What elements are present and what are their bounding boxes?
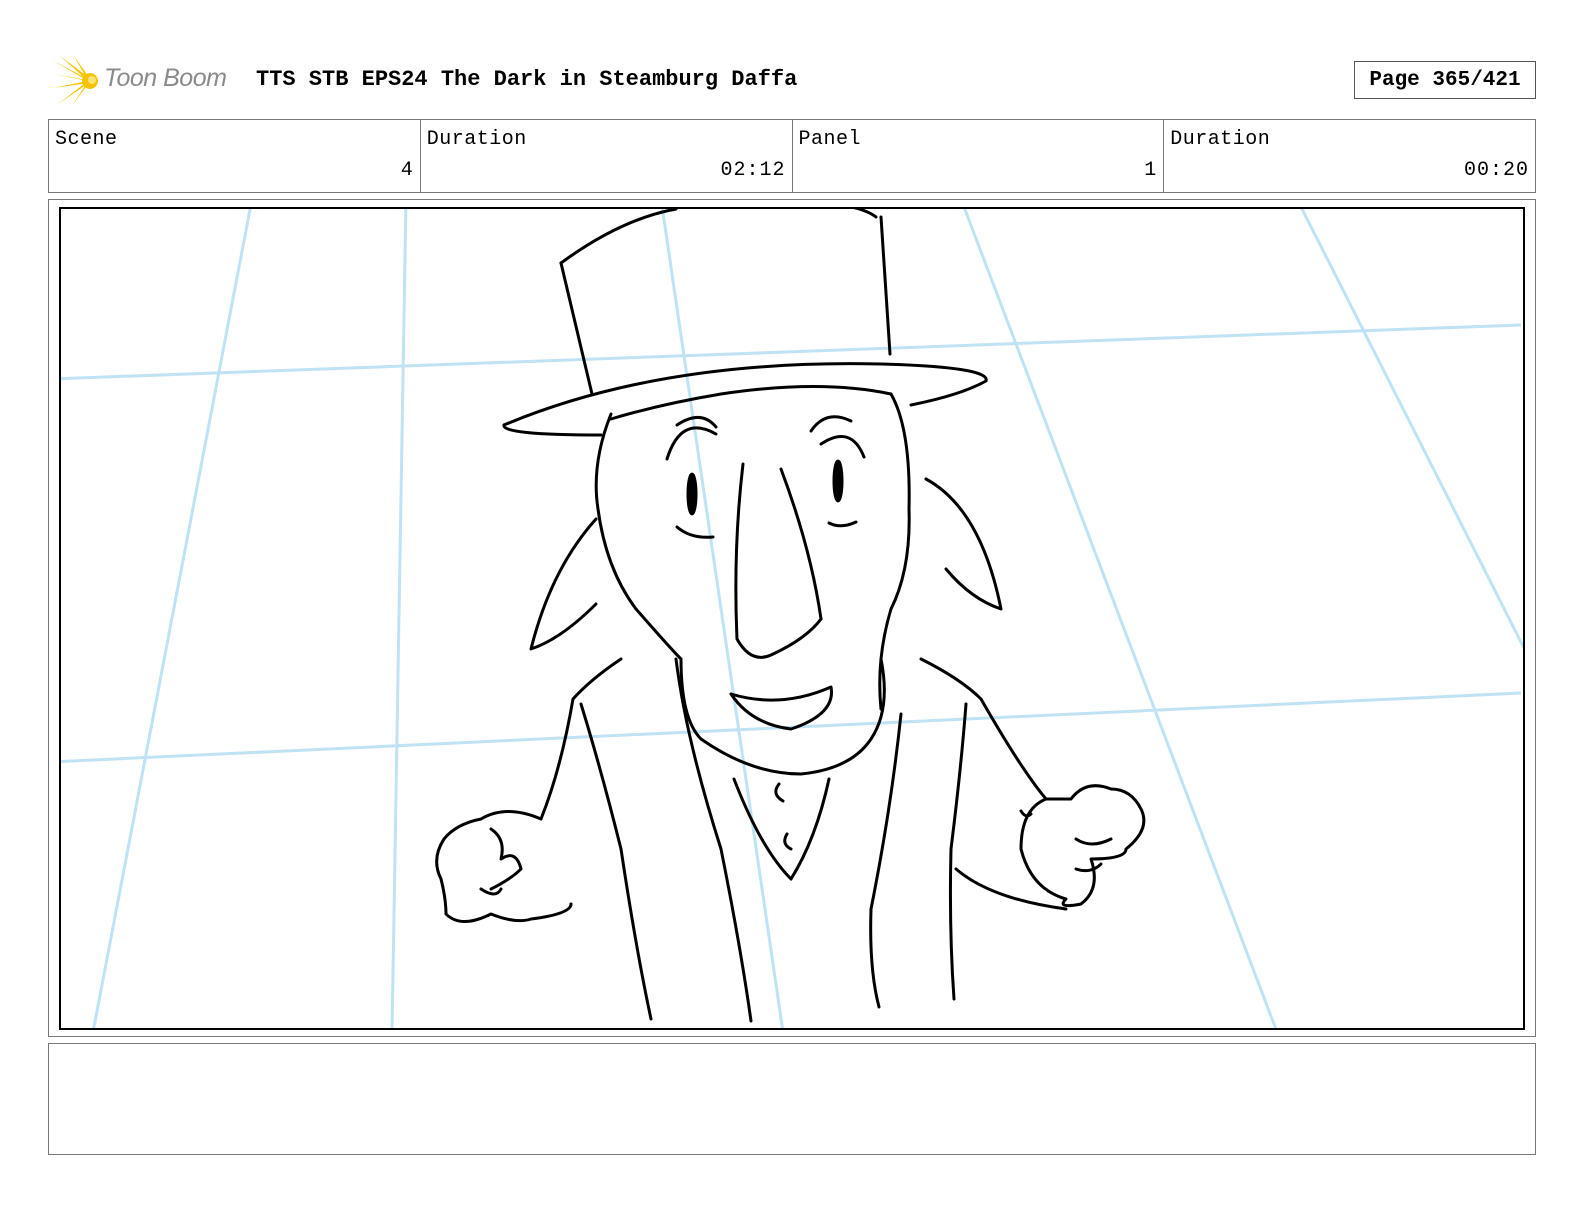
storyboard-sketch xyxy=(61,209,1523,1028)
page-indicator: Page 365/421 xyxy=(1354,61,1536,99)
panel-duration-cell: Duration 00:20 xyxy=(1164,120,1535,192)
character-sketch xyxy=(435,209,1146,1023)
panel-value: 1 xyxy=(1144,159,1158,182)
panel-notes xyxy=(48,1043,1536,1155)
panel-cell: Panel 1 xyxy=(793,120,1165,192)
panel-label: Panel xyxy=(798,128,862,151)
scene-label: Scene xyxy=(55,128,118,151)
panel-drawing xyxy=(59,207,1525,1030)
scene-duration-label: Duration xyxy=(426,128,527,151)
scene-duration-value: 02:12 xyxy=(720,159,786,182)
scene-duration-cell: Duration 02:12 xyxy=(421,120,793,192)
burst-icon xyxy=(52,56,98,106)
document-title: TTS STB EPS24 The Dark in Steamburg Daff… xyxy=(256,67,798,92)
perspective-grid xyxy=(61,209,1523,1028)
scene-cell: Scene 4 xyxy=(49,120,421,192)
scene-value: 4 xyxy=(400,159,414,182)
scene-info-row: Scene 4 Duration 02:12 Panel 1 Duration … xyxy=(48,119,1536,193)
panel-duration-value: 00:20 xyxy=(1463,159,1529,182)
logo-text: Toon Boom xyxy=(104,64,227,92)
panel-duration-label: Duration xyxy=(1170,128,1271,151)
